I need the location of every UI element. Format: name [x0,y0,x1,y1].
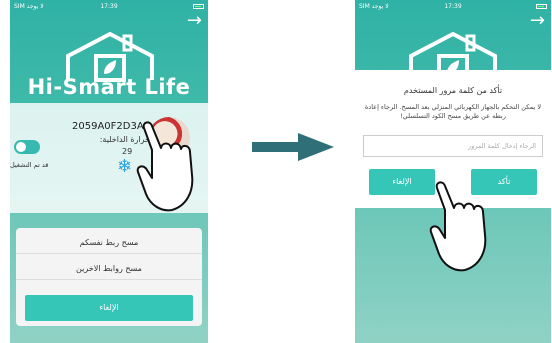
carrier-text: SIM لا يوجد [359,2,389,10]
dialog-title: تأكد من كلمة مرور المستخدم [403,86,503,95]
battery-icon [536,3,547,9]
status-bar: SIM لا يوجد 17:39 [10,0,208,12]
brand-title: Hi-Smart Life [27,75,191,99]
phone-screen-after: SIM لا يوجد 17:39 → تأكد من كلمة مرور ال… [355,0,551,343]
sheet-item-unbind-self[interactable]: مسح ربط نفسكم [16,232,202,254]
tap-hand-icon [136,121,194,212]
power-status-label: قد تم التشغيل [10,161,49,169]
password-input[interactable]: الرجاء إدخال كلمة المرور [363,135,543,157]
status-time: 17:39 [100,2,118,10]
sheet-cancel-button[interactable]: الإلغاء [25,295,193,321]
status-time: 17:39 [444,2,462,10]
dialog-message: لا يمكن التحكم بالجهاز الكهربائي المنزلي… [364,103,542,120]
arrow-right-icon[interactable]: → [530,12,545,30]
battery-icon [193,3,204,9]
phone-screen-before: SIM لا يوجد 17:39 → Hi-Smart Life قد تم … [10,0,208,343]
dialog-cancel-button[interactable]: الإلغاء [369,169,435,195]
status-bar: SIM لا يوجد 17:39 [355,0,551,12]
tap-hand-icon [429,181,487,272]
transition-arrow-icon [252,133,334,161]
action-sheet: مسح ربط نفسكم مسح روابط الاخرين الإلغاء [16,228,202,326]
power-toggle[interactable] [14,140,40,154]
arrow-right-icon[interactable]: → [187,12,202,30]
snowflake-icon: ❄ [117,156,133,177]
indoor-temp-value: 29 [122,147,133,156]
carrier-text: SIM لا يوجد [14,2,44,10]
sheet-item-unbind-others[interactable]: مسح روابط الاخرين [16,258,202,280]
